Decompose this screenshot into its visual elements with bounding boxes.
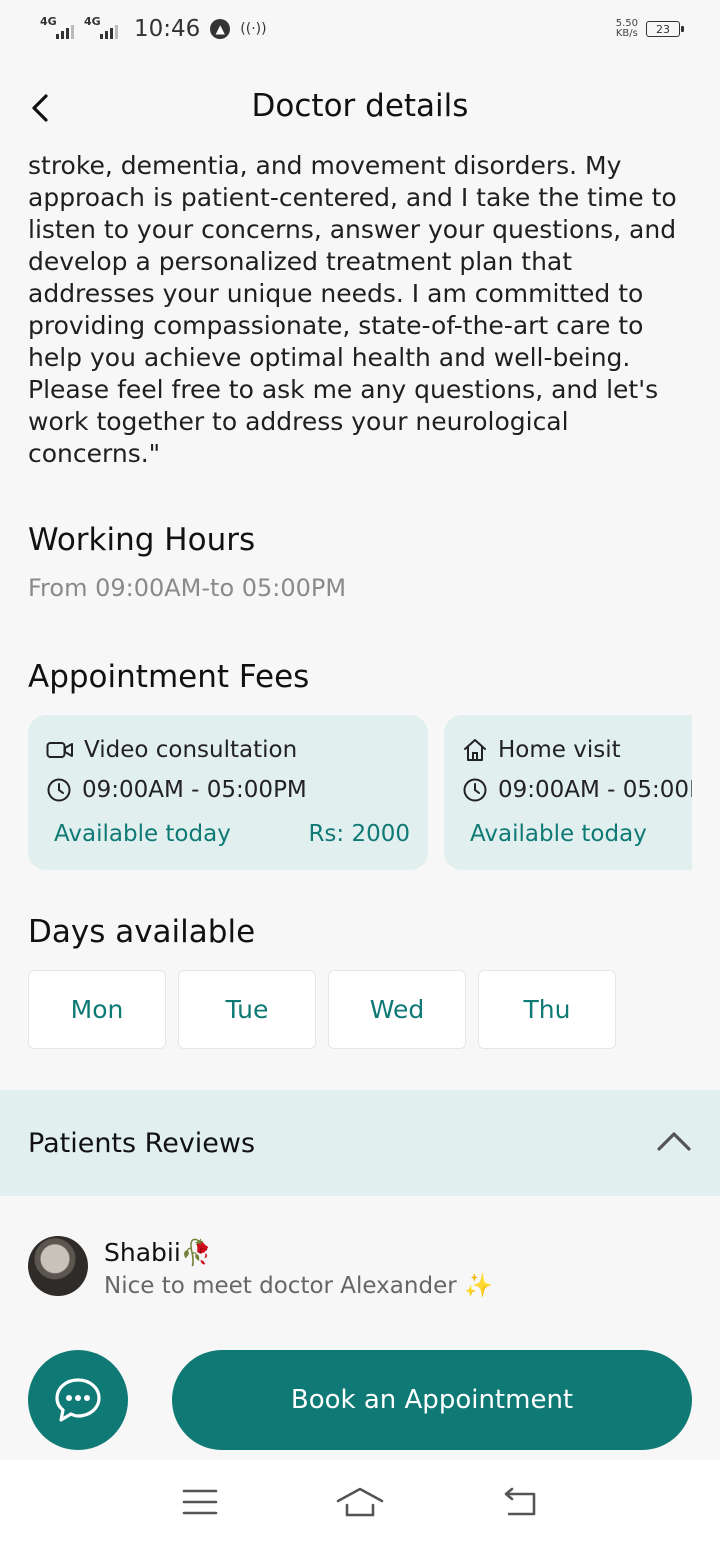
clock-icon <box>463 778 487 802</box>
back-nav-icon <box>504 1487 536 1516</box>
day-chip-tue[interactable]: Tue <box>178 970 316 1049</box>
status-bar: 4G 4G 10:46 ▲ ((·)) 5.50 KB/s 23 <box>0 0 720 58</box>
nav-home-button[interactable] <box>330 1482 390 1522</box>
nav-back-button[interactable] <box>490 1482 550 1522</box>
fee-card-type: Video consultation <box>84 737 298 763</box>
fee-card-type-line: Video consultation <box>46 737 297 763</box>
working-hours-title: Working Hours <box>28 522 256 558</box>
fee-card-home[interactable]: Home visit 09:00AM - 05:00PM Available t… <box>444 715 692 870</box>
home-nav-icon <box>336 1487 384 1517</box>
network-speed: 5.50 KB/s <box>616 19 638 39</box>
battery-level: 23 <box>656 22 670 36</box>
status-left: 4G 4G 10:46 ▲ ((·)) <box>40 15 267 42</box>
day-chip-thu[interactable]: Thu <box>478 970 616 1049</box>
network-type-2: 4G <box>84 15 101 28</box>
video-camera-icon <box>46 742 73 758</box>
book-appointment-button[interactable]: Book an Appointment <box>172 1350 692 1450</box>
battery-icon: 23 <box>646 21 684 37</box>
clock-icon <box>47 778 71 802</box>
fee-card-availability: Available today <box>470 821 647 847</box>
fee-card-hours-line: 09:00AM - 05:00PM <box>46 777 307 803</box>
chat-button[interactable] <box>28 1350 128 1450</box>
reviewer-name: Shabii🥀 <box>104 1238 212 1267</box>
fee-card-hours-line: 09:00AM - 05:00PM <box>462 777 692 803</box>
header: Doctor details <box>0 76 720 140</box>
network-type-1: 4G <box>40 15 57 28</box>
fee-card-price: Rs: 2000 <box>308 821 410 847</box>
fee-card-hours: 09:00AM - 05:00PM <box>498 777 692 803</box>
appointment-fees-title: Appointment Fees <box>28 659 310 695</box>
signal-1-icon: 4G <box>40 15 74 39</box>
review-item: Shabii🥀 Nice to meet doctor Alexander ✨ <box>28 1236 692 1300</box>
day-chip-wed[interactable]: Wed <box>328 970 466 1049</box>
network-speed-unit: KB/s <box>615 28 638 39</box>
working-hours-value: From 09:00AM-to 05:00PM <box>28 574 347 602</box>
status-right: 5.50 KB/s 23 <box>616 19 684 39</box>
signal-2-icon: 4G <box>84 15 118 39</box>
reviews-header[interactable]: Patients Reviews <box>0 1090 720 1196</box>
fee-card-availability: Available today <box>54 821 231 847</box>
reviews-title: Patients Reviews <box>28 1127 256 1159</box>
fee-card-type: Home visit <box>498 737 621 763</box>
days-available-title: Days available <box>28 914 256 950</box>
fee-card-video[interactable]: Video consultation 09:00AM - 05:00PM Ava… <box>28 715 428 870</box>
fee-cards-row[interactable]: Video consultation 09:00AM - 05:00PM Ava… <box>28 715 692 870</box>
chevron-up-icon[interactable] <box>656 1130 692 1156</box>
fee-card-hours: 09:00AM - 05:00PM <box>82 777 307 803</box>
doctor-bio: stroke, dementia, and movement disorders… <box>28 151 677 468</box>
app-notification-icon: ▲ <box>210 19 231 39</box>
review-text: Nice to meet doctor Alexander ✨ <box>104 1273 493 1299</box>
page-title: Doctor details <box>251 88 469 124</box>
status-time: 10:46 <box>134 16 201 42</box>
day-chip-mon[interactable]: Mon <box>28 970 166 1049</box>
system-nav-bar <box>0 1460 720 1544</box>
chat-bubble-icon <box>55 1378 101 1422</box>
days-list: Mon Tue Wed Thu <box>28 970 616 1049</box>
nav-menu-button[interactable] <box>170 1482 230 1522</box>
fee-card-type-line: Home visit <box>462 737 621 763</box>
hotspot-icon: ((·)) <box>240 21 267 37</box>
menu-icon <box>182 1489 218 1515</box>
home-icon <box>464 739 486 761</box>
reviewer-avatar <box>28 1236 88 1296</box>
